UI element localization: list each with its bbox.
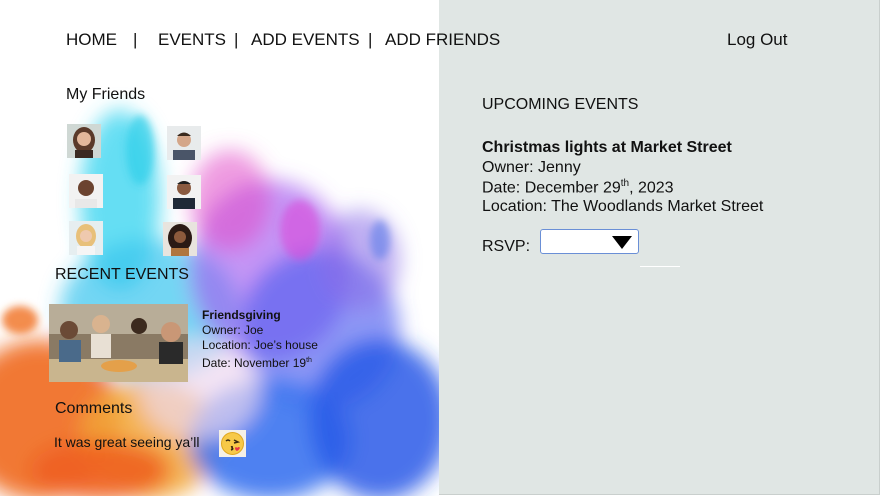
recent-event-owner: Owner: Joe xyxy=(202,323,264,337)
dropdown-arrow-icon xyxy=(612,236,632,249)
upcoming-event-date: Date: December 29th, 2023 xyxy=(482,178,674,197)
recent-event-date: Date: November 19th xyxy=(202,353,318,371)
upcoming-event-date-sup: th xyxy=(620,178,630,189)
comments-title: Comments xyxy=(55,400,133,417)
upcoming-event-location: Location: The Woodlands Market Street xyxy=(482,198,764,215)
recent-event-date-text: Date: November 19 xyxy=(202,356,307,370)
comment-text: It was great seeing ya’ll xyxy=(54,434,200,450)
my-friends-title: My Friends xyxy=(66,86,146,103)
nav-add-events[interactable]: ADD EVENTS xyxy=(251,30,360,50)
divider xyxy=(640,266,680,267)
upcoming-event-owner: Owner: Jenny xyxy=(482,159,581,176)
recent-event-info: Friendsgiving Owner: Joe Location: Joe’s… xyxy=(202,308,318,371)
left-panel xyxy=(0,0,439,496)
recent-event-location: Location: Joe’s house xyxy=(202,338,318,352)
friend-avatar-3[interactable] xyxy=(69,174,103,208)
nav-separator: | xyxy=(368,30,373,49)
friend-avatar-2[interactable] xyxy=(167,126,201,160)
nav-events[interactable]: EVENTS xyxy=(158,30,226,50)
recent-event-name[interactable]: Friendsgiving xyxy=(202,308,318,323)
nav-add-friends[interactable]: ADD FRIENDS xyxy=(385,30,500,50)
paint-splash-background xyxy=(0,110,439,496)
nav-home[interactable]: HOME xyxy=(66,30,117,50)
kissing-face-icon xyxy=(219,430,246,457)
upcoming-event-date-year: , 2023 xyxy=(629,179,674,197)
upcoming-event-name[interactable]: Christmas lights at Market Street xyxy=(482,139,732,157)
friend-avatar-5[interactable] xyxy=(69,221,103,255)
upcoming-event-date-text: Date: December 29 xyxy=(482,179,621,197)
friend-avatar-1[interactable] xyxy=(67,124,101,158)
recent-event-date-sup: th xyxy=(306,357,312,364)
recent-events-title: RECENT EVENTS xyxy=(55,266,189,283)
logout-link[interactable]: Log Out xyxy=(727,30,788,50)
friend-avatar-6[interactable] xyxy=(163,222,197,256)
friend-avatar-4[interactable] xyxy=(167,175,201,209)
rsvp-label: RSVP: xyxy=(482,238,531,255)
nav-separator: | xyxy=(234,30,239,49)
rsvp-dropdown[interactable] xyxy=(540,229,639,254)
upcoming-events-title: UPCOMING EVENTS xyxy=(482,96,639,113)
nav-separator: | xyxy=(133,30,138,49)
recent-event-photo[interactable] xyxy=(49,304,188,382)
